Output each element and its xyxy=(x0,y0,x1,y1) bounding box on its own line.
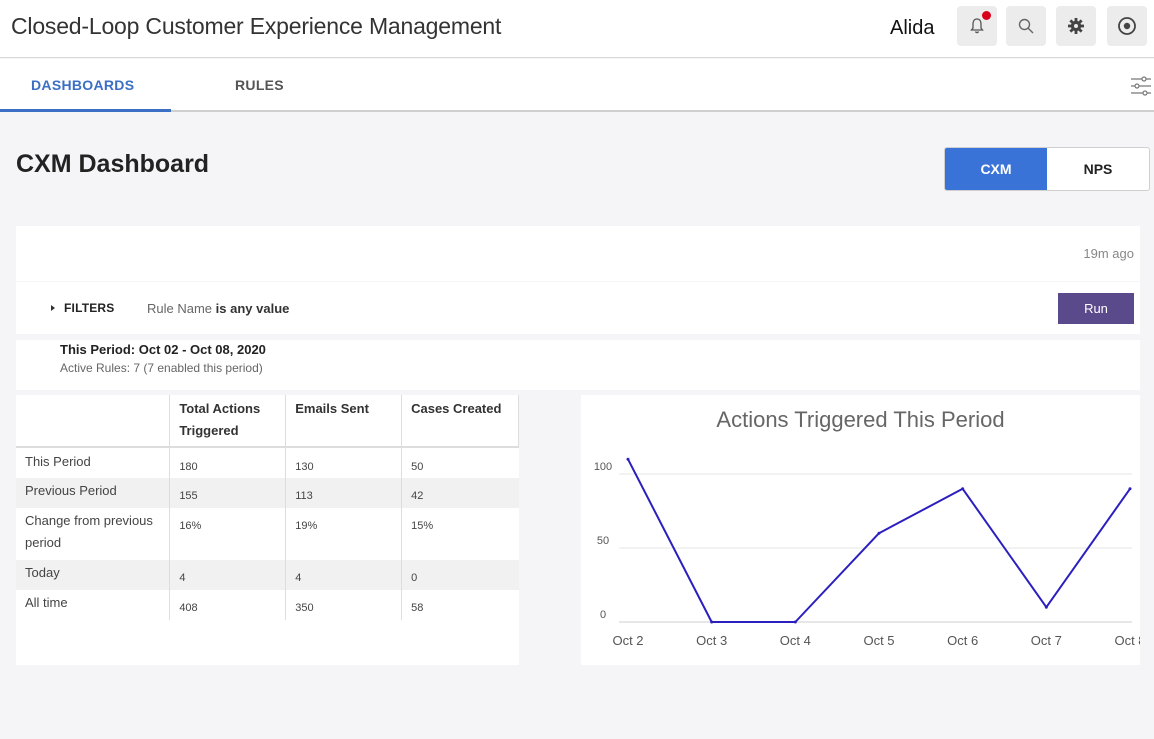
column-header: Cases Created xyxy=(401,395,519,448)
search-button[interactable] xyxy=(1006,6,1046,46)
x-tick-label: Oct 6 xyxy=(947,633,978,648)
table-row: All time 408 350 58 xyxy=(16,590,519,620)
y-tick-label: 50 xyxy=(597,535,609,547)
row-label: Previous Period xyxy=(16,478,170,508)
table-cell: 130 xyxy=(285,447,402,478)
period-info: This Period: Oct 02 - Oct 08, 2020 Activ… xyxy=(16,340,1140,390)
user-circle-icon xyxy=(1118,17,1136,35)
filters-label: FILTERS xyxy=(64,301,115,315)
table-cell: 58 xyxy=(401,590,519,620)
data-point[interactable] xyxy=(793,620,797,624)
sliders-icon[interactable] xyxy=(1130,75,1152,97)
active-tab-indicator xyxy=(0,109,171,112)
table-row: Change from previous period 16% 19% 15% xyxy=(16,508,519,560)
caret-right-icon xyxy=(51,305,55,311)
y-tick-label: 100 xyxy=(594,461,612,473)
bell-icon xyxy=(970,18,984,34)
app-title: Closed-Loop Customer Experience Manageme… xyxy=(11,13,502,39)
table-corner xyxy=(16,395,170,448)
table-cell: 4 xyxy=(285,560,402,590)
filter-summary[interactable]: Rule Name is any value xyxy=(147,301,289,316)
table-cell: 0 xyxy=(401,560,519,590)
filter-field: Rule Name xyxy=(147,301,213,316)
table-cell: 4 xyxy=(169,560,286,590)
table-row: This Period 180 130 50 xyxy=(16,447,519,478)
series-line xyxy=(627,458,1131,623)
row-label: Today xyxy=(16,560,170,590)
user-name[interactable]: Alida xyxy=(890,17,934,40)
x-tick-label: Oct 5 xyxy=(863,633,894,648)
stats-table-card: Total Actions Triggered Emails Sent Case… xyxy=(16,395,519,665)
period-subtitle: Active Rules: 7 (7 enabled this period) xyxy=(60,361,263,375)
table-row: Today 4 4 0 xyxy=(16,560,519,590)
data-point[interactable] xyxy=(1044,605,1048,609)
table-cell: 408 xyxy=(169,590,286,620)
x-tick-label: Oct 7 xyxy=(1031,633,1062,648)
table-cell: 15% xyxy=(401,508,519,560)
tab-bar: DASHBOARDS RULES xyxy=(0,59,1154,112)
data-point[interactable] xyxy=(626,457,630,461)
notification-dot xyxy=(982,11,991,20)
gear-icon xyxy=(1068,18,1084,34)
table-cell: 50 xyxy=(401,447,519,478)
data-point[interactable] xyxy=(710,620,714,624)
filter-condition: is any value xyxy=(215,301,290,316)
table-cell: 180 xyxy=(169,447,286,478)
column-header: Emails Sent xyxy=(285,395,402,448)
table-cell: 113 xyxy=(285,478,402,508)
data-point[interactable] xyxy=(1128,487,1132,491)
notifications-button[interactable] xyxy=(957,6,997,46)
table-row: Previous Period 155 113 42 xyxy=(16,478,519,508)
data-point[interactable] xyxy=(961,487,965,491)
table-cell: 42 xyxy=(401,478,519,508)
table-cell: 350 xyxy=(285,590,402,620)
x-tick-label: Oct 8 xyxy=(1114,633,1140,648)
top-bar: Closed-Loop Customer Experience Manageme… xyxy=(0,0,1154,58)
x-tick-label: Oct 4 xyxy=(780,633,811,648)
x-tick-label: Oct 2 xyxy=(612,633,643,648)
column-header: Total Actions Triggered xyxy=(169,395,286,448)
tab-dashboards[interactable]: DASHBOARDS xyxy=(31,77,134,93)
tab-rules[interactable]: RULES xyxy=(235,77,284,93)
last-updated: 19m ago xyxy=(1083,246,1134,261)
dashboard-panel-header: 19m ago xyxy=(16,226,1140,281)
nps-toggle-button[interactable]: NPS xyxy=(1047,148,1149,190)
page-title: CXM Dashboard xyxy=(16,150,210,178)
actions-chart-card: Actions Triggered This Period 0 50 100 Oct … xyxy=(581,395,1140,665)
period-title: This Period: Oct 02 - Oct 08, 2020 xyxy=(60,342,266,357)
stats-table: Total Actions Triggered Emails Sent Case… xyxy=(16,395,519,620)
data-point[interactable] xyxy=(877,531,881,535)
row-label: All time xyxy=(25,595,68,610)
row-label: This Period xyxy=(25,454,91,469)
y-tick-label: 0 xyxy=(600,609,606,621)
table-cell: 19% xyxy=(285,508,402,560)
row-label: Change from previous period xyxy=(25,513,153,550)
x-tick-label: Oct 3 xyxy=(696,633,727,648)
account-button[interactable] xyxy=(1107,6,1147,46)
search-icon xyxy=(1018,18,1034,34)
line-chart: 0 50 100 Oct 2 Oct 3 Oct 4 Oct 5 Oct 6 Oct 7 Oct … xyxy=(594,457,1140,648)
dashboard-type-toggle: CXM NPS xyxy=(944,147,1150,191)
settings-button[interactable] xyxy=(1056,6,1096,46)
filters-toggle[interactable]: FILTERS xyxy=(51,301,115,315)
cxm-toggle-button[interactable]: CXM xyxy=(945,148,1047,190)
table-cell: 16% xyxy=(169,508,286,560)
run-button[interactable]: Run xyxy=(1058,293,1134,324)
filters-bar: FILTERS Rule Name is any value Run xyxy=(16,282,1140,334)
table-cell: 155 xyxy=(169,478,286,508)
